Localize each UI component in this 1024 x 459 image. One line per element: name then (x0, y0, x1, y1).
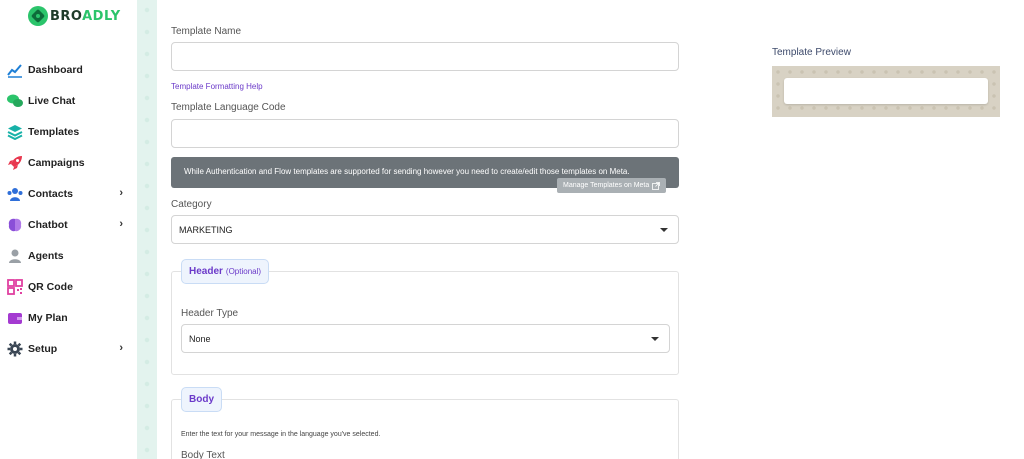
template-name-label: Template Name (171, 26, 242, 37)
sidebar-item-label: Live Chat (28, 94, 76, 107)
chevron-right-icon: › (119, 342, 123, 354)
sidebar: BROADLY Dashboard Live Chat Templates Ca… (0, 0, 137, 459)
sidebar-item-live-chat[interactable]: Live Chat (0, 85, 137, 116)
sidebar-item-setup[interactable]: Setup › (0, 333, 137, 364)
sidebar-item-contacts[interactable]: Contacts › (0, 178, 137, 209)
sidebar-item-label: Setup (28, 342, 58, 355)
body-text-label: Body Text (181, 450, 225, 459)
logo-icon (28, 6, 48, 26)
template-preview-title: Template Preview (772, 47, 851, 58)
header-section-legend: Header (Optional) (181, 259, 270, 284)
caret-down-icon (651, 337, 659, 341)
sidebar-item-label: QR Code (28, 280, 73, 293)
rocket-icon (8, 155, 22, 170)
sidebar-item-dashboard[interactable]: Dashboard (0, 54, 137, 85)
header-section (171, 271, 679, 375)
sidebar-item-label: Contacts (28, 187, 73, 200)
wallet-icon (8, 312, 22, 324)
category-selected-value: MARKETING (179, 224, 233, 235)
sidebar-item-label: Dashboard (28, 63, 83, 76)
sidebar-item-my-plan[interactable]: My Plan (0, 302, 137, 333)
sidebar-item-label: Campaigns (28, 156, 85, 169)
template-form-card: Template Name Template Formatting Help T… (157, 0, 1024, 459)
template-language-code-input[interactable] (171, 119, 679, 148)
chevron-right-icon: › (119, 218, 123, 230)
chevron-right-icon: › (119, 187, 123, 199)
template-formatting-help-link[interactable]: Template Formatting Help (171, 82, 263, 91)
sidebar-item-campaigns[interactable]: Campaigns (0, 147, 137, 178)
category-select[interactable]: MARKETING (171, 215, 679, 244)
sidebar-item-label: Chatbot (28, 218, 68, 231)
users-icon (7, 187, 23, 201)
brand-logo[interactable]: BROADLY (28, 6, 121, 26)
body-section-legend: Body (181, 387, 222, 412)
alert-message: While Authentication and Flow templates … (184, 167, 630, 176)
chat-bubbles-icon (7, 94, 23, 107)
qr-code-icon (7, 278, 23, 295)
body-section-title: Body (189, 394, 214, 405)
sidebar-item-agents[interactable]: Agents (0, 240, 137, 271)
sidebar-item-qr-code[interactable]: QR Code (0, 271, 137, 302)
template-language-code-label: Template Language Code (171, 102, 286, 113)
preview-message-bubble (784, 78, 988, 104)
sidebar-item-label: Templates (28, 125, 80, 138)
body-help-text: Enter the text for your message in the l… (181, 431, 381, 438)
header-section-title: Header (189, 266, 223, 277)
header-type-selected-value: None (189, 333, 211, 344)
body-section (171, 399, 679, 459)
manage-templates-label: Manage Templates on Meta (563, 182, 650, 189)
chart-line-icon (7, 63, 22, 78)
sidebar-nav: Dashboard Live Chat Templates Campaigns … (0, 54, 137, 364)
template-preview-panel (772, 66, 1000, 117)
category-label: Category (171, 199, 212, 210)
header-optional-tag: (Optional) (225, 267, 262, 276)
sidebar-item-label: Agents (28, 249, 64, 262)
external-link-icon (652, 181, 661, 190)
gear-icon (7, 341, 23, 356)
header-type-select[interactable]: None (181, 324, 670, 353)
sidebar-item-label: My Plan (28, 311, 68, 324)
caret-down-icon (660, 228, 668, 232)
template-name-input[interactable] (171, 42, 679, 71)
manage-templates-on-meta-button[interactable]: Manage Templates on Meta (557, 178, 667, 193)
sidebar-item-templates[interactable]: Templates (0, 116, 137, 147)
sidebar-item-chatbot[interactable]: Chatbot › (0, 209, 137, 240)
layers-icon (7, 124, 23, 140)
agent-icon (9, 249, 21, 263)
header-type-label: Header Type (181, 308, 239, 319)
brand-name: BROADLY (50, 8, 121, 24)
brain-icon (8, 218, 22, 231)
meta-templates-alert: While Authentication and Flow templates … (171, 157, 679, 193)
